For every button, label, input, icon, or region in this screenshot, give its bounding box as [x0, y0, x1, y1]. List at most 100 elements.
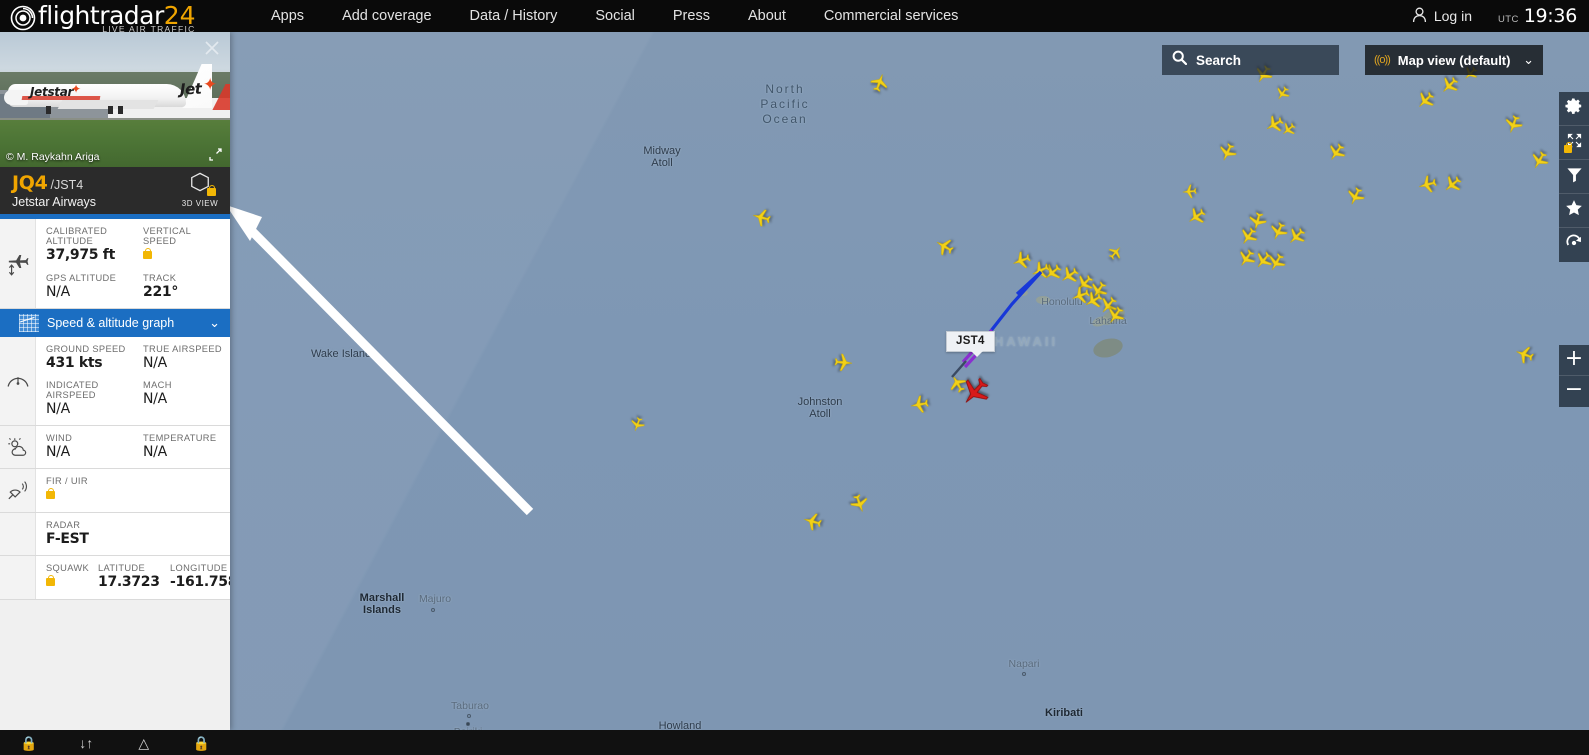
- photo-livery-star: ✦: [71, 82, 82, 96]
- lock-icon: [207, 184, 216, 196]
- utc-clock: UTC 19:36: [1498, 5, 1577, 27]
- expand-photo-button[interactable]: [209, 148, 222, 161]
- lock-icon[interactable]: [46, 574, 55, 586]
- 3d-view-button[interactable]: 3D VIEW: [178, 171, 222, 208]
- field-vertical-speed: VERTICAL SPEED: [133, 224, 230, 266]
- lock-icon[interactable]: [46, 487, 55, 499]
- radar-section: RADAR F-EST: [0, 513, 230, 556]
- photo-credit: © M. Raykahn Ariga: [6, 151, 100, 163]
- filter-icon: [1566, 166, 1583, 188]
- altitude-section: CALIBRATED ALTITUDE 37,975 ft VERTICAL S…: [0, 219, 230, 309]
- field-label: WIND: [46, 433, 73, 443]
- field-value: N/A: [143, 355, 167, 371]
- map-canvas[interactable]: JST4 North Pacific Ocean Midway Atoll Wa…: [0, 32, 1589, 755]
- field-value: N/A: [143, 444, 167, 460]
- field-label: GROUND SPEED: [46, 344, 126, 354]
- bottom-toolbar: 🔒 ↓↑ △ 🔒: [0, 730, 1589, 755]
- gear-icon: [1565, 97, 1583, 120]
- search-icon: [1172, 50, 1188, 70]
- user-icon: [1412, 7, 1427, 26]
- map-view-dropdown[interactable]: ((o)) Map view (default) ⌄: [1365, 45, 1543, 75]
- map-tools-panel: [1559, 92, 1589, 262]
- nav-item-data-history[interactable]: Data / History: [451, 0, 577, 32]
- field-value: N/A: [143, 391, 167, 407]
- field-ground-speed: GROUND SPEED 431 kts: [36, 342, 133, 373]
- panel-empty-space: [0, 600, 230, 730]
- city-dot-bairiki: [466, 722, 470, 726]
- search-placeholder: Search: [1196, 52, 1242, 68]
- filter-button[interactable]: [1559, 160, 1589, 194]
- utc-time: 19:36: [1523, 5, 1578, 27]
- fullscreen-button[interactable]: [1559, 126, 1589, 160]
- flight-detail-panel: Jetstar ✦ Jet ✦ © M. Raykahn Ariga JQ4 /…: [0, 32, 230, 730]
- refresh-button[interactable]: [1559, 228, 1589, 262]
- refresh-icon: [1565, 234, 1583, 257]
- field-longitude: LONGITUDE -161.7582: [160, 561, 230, 593]
- search-input[interactable]: Search: [1162, 45, 1339, 75]
- site-logo[interactable]: flightradar24 LIVE AIR TRAFFIC: [0, 1, 230, 33]
- aircraft-photo: Jetstar ✦ Jet ✦ © M. Raykahn Ariga: [0, 32, 230, 167]
- field-squawk: SQUAWK: [36, 561, 90, 593]
- nav-item-press[interactable]: Press: [654, 0, 729, 32]
- nav-item-add-coverage[interactable]: Add coverage: [323, 0, 450, 32]
- weather-section: WIND N/A TEMPERATURE N/A: [0, 426, 230, 469]
- island-shape: [1018, 290, 1028, 296]
- lock-icon[interactable]: [143, 247, 152, 259]
- nav-item-commercial-services[interactable]: Commercial services: [805, 0, 978, 32]
- fir-uir-section: FIR / UIR: [0, 469, 230, 513]
- field-value: -161.7582: [170, 574, 230, 590]
- photo-tail-star: ✦: [203, 75, 218, 94]
- bottom-collapse-icon[interactable]: ↓↑: [58, 733, 116, 752]
- zoom-controls: + −: [1559, 345, 1589, 407]
- map-view-label: Map view (default): [1397, 52, 1511, 68]
- photo-tail-text: Jet: [179, 79, 202, 99]
- field-label: RADAR: [46, 520, 81, 530]
- flight-header: JQ4 /JST4 Jetstar Airways 3D VIEW: [0, 167, 230, 214]
- field-label: VERTICAL SPEED: [143, 226, 191, 246]
- main-nav: Apps Add coverage Data / History Social …: [252, 0, 977, 32]
- speed-altitude-graph-toggle[interactable]: Speed & altitude graph ⌄: [0, 309, 230, 337]
- settings-button[interactable]: [1559, 92, 1589, 126]
- nav-item-social[interactable]: Social: [576, 0, 654, 32]
- field-label: TRACK: [143, 273, 177, 283]
- field-fir-uir: FIR / UIR: [36, 474, 230, 506]
- login-button[interactable]: Log in: [1412, 7, 1472, 26]
- graph-icon: [19, 314, 39, 332]
- bottom-lock-icon-2[interactable]: 🔒: [173, 733, 231, 752]
- zoom-out-button[interactable]: −: [1559, 376, 1589, 407]
- field-label: CALIBRATED ALTITUDE: [46, 226, 108, 246]
- 3d-view-label: 3D VIEW: [181, 199, 219, 208]
- field-value: N/A: [46, 444, 70, 460]
- field-value: N/A: [46, 401, 70, 417]
- flightradar24-app: flightradar24 LIVE AIR TRAFFIC Apps Add …: [0, 0, 1589, 755]
- field-value: 221°: [143, 284, 179, 300]
- field-wind: WIND N/A: [36, 431, 133, 462]
- field-latitude: LATITUDE 17.3723: [88, 561, 160, 593]
- field-label: SQUAWK: [46, 563, 90, 573]
- nav-item-about[interactable]: About: [729, 0, 805, 32]
- favorites-button[interactable]: [1559, 194, 1589, 228]
- utc-label: UTC: [1498, 14, 1519, 25]
- selected-flight-label[interactable]: JST4: [946, 331, 995, 357]
- altitude-icon: [0, 219, 36, 308]
- field-track: TRACK 221°: [133, 271, 230, 302]
- bottom-home-icon[interactable]: △: [115, 733, 173, 752]
- bottom-lock-icon[interactable]: 🔒: [0, 733, 58, 752]
- speed-section: GROUND SPEED 431 kts TRUE AIRSPEED N/A I…: [0, 337, 230, 426]
- graph-label: Speed & altitude graph: [47, 316, 175, 330]
- nav-item-apps[interactable]: Apps: [252, 0, 323, 32]
- city-dot-majuro: [431, 608, 435, 612]
- radar-spacer: [0, 513, 36, 555]
- photo-landing-gear: [108, 106, 113, 114]
- speed-icon: [0, 337, 36, 425]
- field-label: FIR / UIR: [46, 476, 88, 486]
- topbar-right: Log in UTC 19:36: [1412, 0, 1577, 32]
- island-shape: [1036, 296, 1050, 304]
- field-value: 431 kts: [46, 355, 103, 371]
- close-panel-button[interactable]: [202, 38, 222, 58]
- zoom-in-button[interactable]: +: [1559, 345, 1589, 376]
- field-gps-altitude: GPS ALTITUDE N/A: [36, 271, 133, 302]
- photo-landing-gear: [46, 106, 51, 114]
- field-temperature: TEMPERATURE N/A: [133, 431, 230, 462]
- field-value: F-EST: [46, 531, 89, 547]
